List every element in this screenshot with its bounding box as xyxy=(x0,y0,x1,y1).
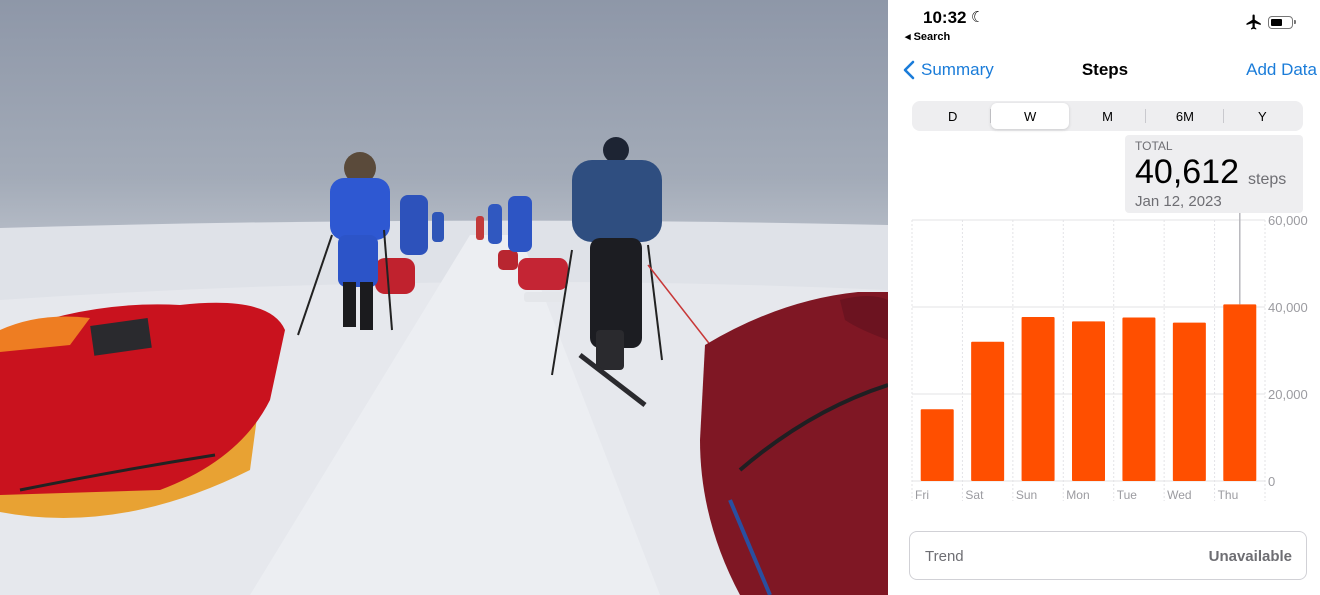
y-tick-label: 20,000 xyxy=(1268,387,1308,402)
segment-day[interactable]: D xyxy=(914,103,992,129)
y-tick-label: 40,000 xyxy=(1268,300,1308,315)
navigation-bar: Summary Steps Add Data xyxy=(890,50,1320,90)
battery-icon xyxy=(1268,16,1296,29)
status-time: 10:32 xyxy=(923,8,967,27)
trend-value: Unavailable xyxy=(1208,548,1292,565)
airplane-icon xyxy=(1246,14,1261,30)
segment-month[interactable]: M xyxy=(1069,103,1147,129)
total-date: Jan 12, 2023 xyxy=(1135,193,1222,210)
bar-wed xyxy=(1172,322,1206,481)
x-tick-label: Tue xyxy=(1117,488,1138,502)
x-tick-label: Wed xyxy=(1167,488,1191,502)
bar-tue xyxy=(1122,317,1156,481)
total-steps-value: 40,612 xyxy=(1135,153,1239,191)
trend-row[interactable]: Trend Unavailable xyxy=(909,531,1307,580)
segment-week[interactable]: W xyxy=(991,103,1069,129)
expedition-photo xyxy=(0,0,888,595)
trend-label: Trend xyxy=(925,548,964,565)
sled-right xyxy=(700,292,888,595)
bar-thu xyxy=(1223,304,1257,481)
x-tick-label: Sat xyxy=(965,488,984,502)
status-bar: 10:32 ☾ ◂ Search xyxy=(890,0,1320,48)
bar-sat xyxy=(971,341,1005,481)
bar-fri xyxy=(920,409,954,481)
segment-six-months[interactable]: 6M xyxy=(1146,103,1225,129)
moon-icon: ☾ xyxy=(971,9,985,26)
y-tick-label: 60,000 xyxy=(1268,213,1308,228)
x-tick-label: Fri xyxy=(915,488,929,502)
total-label: TOTAL xyxy=(1135,139,1173,153)
time-range-segmented-control: D W M 6M Y xyxy=(912,101,1303,131)
bar-sun xyxy=(1021,317,1055,481)
x-tick-label: Sun xyxy=(1016,488,1037,502)
y-tick-label: 0 xyxy=(1268,474,1275,489)
bar-mon xyxy=(1072,321,1105,481)
back-to-search-link[interactable]: ◂ Search xyxy=(905,30,950,43)
total-summary-callout: TOTAL 40,612 steps Jan 12, 2023 xyxy=(1125,135,1303,213)
x-tick-label: Thu xyxy=(1218,488,1239,502)
x-tick-label: Mon xyxy=(1066,488,1089,502)
segment-year[interactable]: Y xyxy=(1224,103,1301,129)
health-app-screen: 10:32 ☾ ◂ Search Summary Steps Add Data … xyxy=(890,0,1320,595)
steps-bar-chart[interactable]: 60,000 40,000 20,000 0 Fri Sat Sun Mon Tue Wed Thu xyxy=(890,210,1320,510)
add-data-button[interactable]: Add Data xyxy=(1246,60,1317,80)
total-steps-unit: steps xyxy=(1248,171,1287,188)
